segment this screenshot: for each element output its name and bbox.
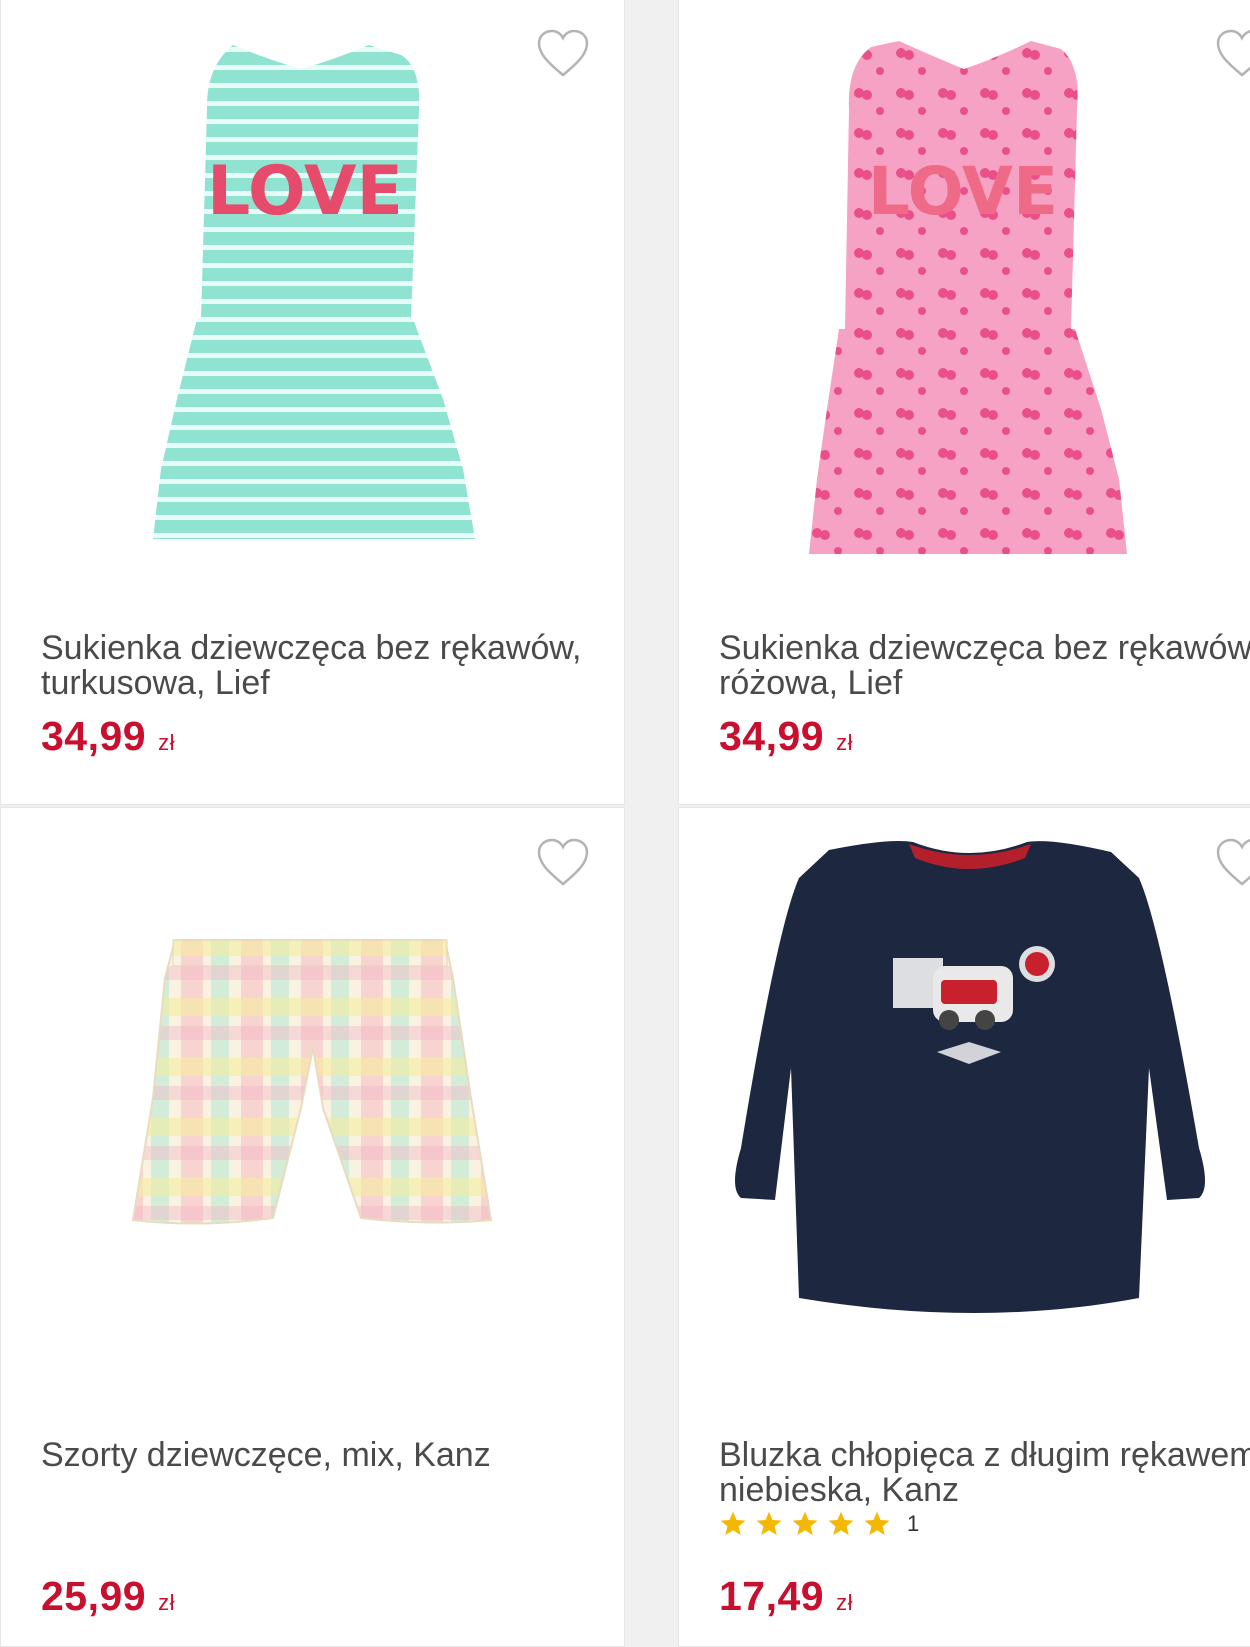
- star-icon: [720, 1511, 746, 1535]
- product-image[interactable]: LOVE: [1, 0, 624, 599]
- product-card[interactable]: Szorty dziewczęce, mix, Kanz 25,99 zł: [0, 807, 625, 1647]
- svg-text:LOVE: LOVE: [868, 153, 1058, 230]
- product-grid: LOVE Sukienka dziewczęca bez rękawów, tu…: [0, 0, 1250, 1647]
- product-price: 17,49 zł: [719, 1573, 853, 1620]
- product-price: 34,99 zł: [41, 713, 175, 760]
- price-value: 34,99: [719, 713, 825, 759]
- rating-count: 1: [907, 1511, 920, 1536]
- pastel-plaid-shorts-image: [131, 939, 493, 1225]
- product-title[interactable]: Sukienka dziewczęca bez rękawów, turkuso…: [41, 631, 601, 701]
- product-card[interactable]: LOVE Sukienka dziewczęca bez rękawów, ró…: [678, 0, 1250, 805]
- heart-icon[interactable]: [536, 29, 590, 79]
- star-icon: [792, 1511, 818, 1535]
- price-value: 17,49: [719, 1573, 825, 1619]
- price-currency: zł: [836, 1590, 853, 1615]
- navy-longsleeve-shirt-image: [735, 841, 1205, 1313]
- heart-icon[interactable]: [536, 838, 590, 888]
- star-icon: [828, 1511, 854, 1535]
- star-icon: [864, 1511, 890, 1535]
- price-currency: zł: [836, 730, 853, 755]
- heart-icon[interactable]: [1215, 838, 1250, 888]
- product-image[interactable]: LOVE: [679, 0, 1250, 599]
- product-price: 25,99 zł: [41, 1573, 175, 1620]
- product-image[interactable]: [679, 808, 1250, 1408]
- product-rating[interactable]: 1: [719, 1510, 919, 1538]
- svg-text:LOVE: LOVE: [207, 152, 403, 231]
- price-currency: zł: [158, 1590, 175, 1615]
- product-image[interactable]: [1, 808, 624, 1408]
- product-title[interactable]: Sukienka dziewczęca bez rękawów, różowa,…: [719, 631, 1250, 701]
- heart-icon[interactable]: [1215, 29, 1250, 79]
- star-icon: [756, 1511, 782, 1535]
- price-value: 34,99: [41, 713, 147, 759]
- product-card[interactable]: Bluzka chłopięca z długim rękawem, niebi…: [678, 807, 1250, 1647]
- product-price: 34,99 zł: [719, 713, 853, 760]
- price-value: 25,99: [41, 1573, 147, 1619]
- product-title[interactable]: Szorty dziewczęce, mix, Kanz: [41, 1438, 601, 1473]
- teal-striped-dress-image: LOVE: [153, 45, 475, 539]
- product-title[interactable]: Bluzka chłopięca z długim rękawem, niebi…: [719, 1438, 1250, 1508]
- price-currency: zł: [158, 730, 175, 755]
- product-card[interactable]: LOVE Sukienka dziewczęca bez rękawów, tu…: [0, 0, 625, 805]
- pink-cherry-dress-image: LOVE: [809, 41, 1127, 554]
